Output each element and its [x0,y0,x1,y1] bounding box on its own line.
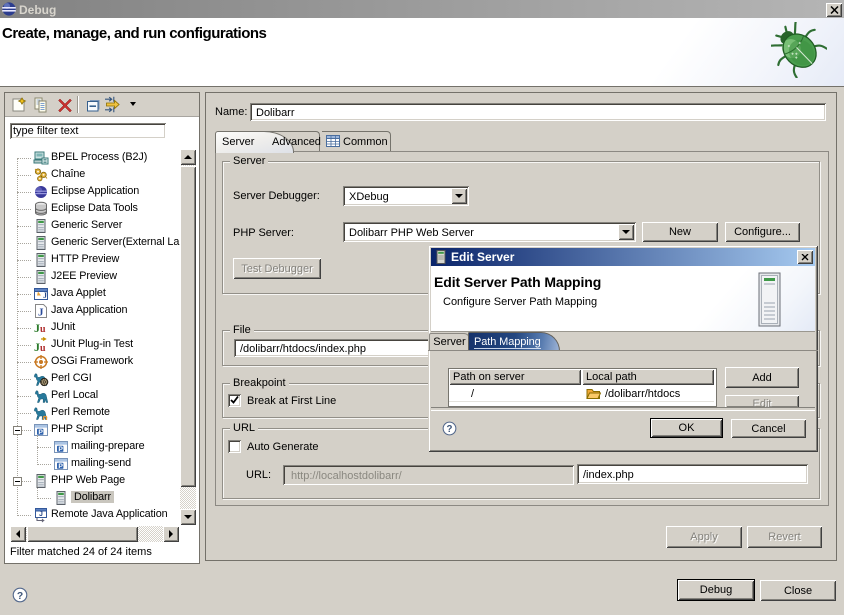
svg-text:P: P [58,463,63,470]
svg-text:u: u [40,324,46,335]
svg-text:?: ? [447,424,453,435]
svg-text:P: P [38,429,43,436]
svg-text:J: J [39,511,43,518]
svg-text:u: u [40,343,46,353]
svg-text:?: ? [17,591,23,602]
svg-text:P: P [58,446,63,453]
svg-text:J: J [38,307,44,319]
svg-text:J: J [43,291,47,300]
